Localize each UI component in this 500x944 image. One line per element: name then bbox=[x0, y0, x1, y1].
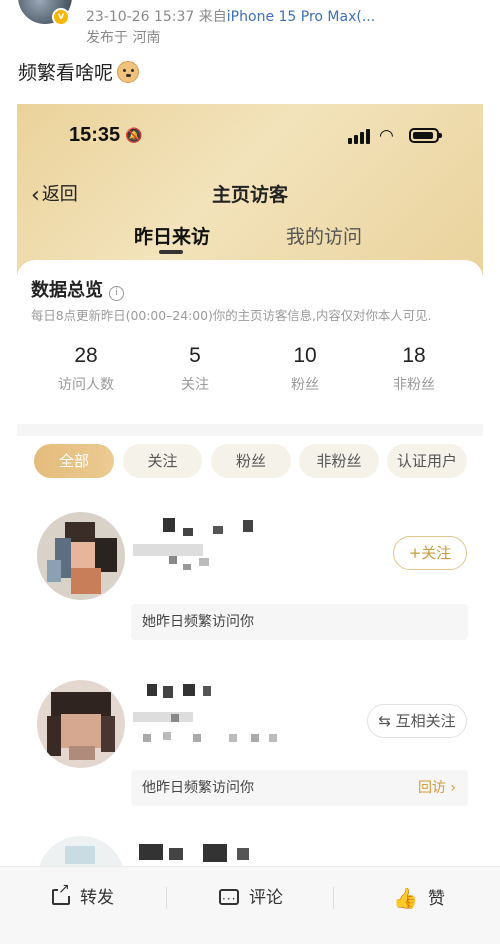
battery-icon bbox=[409, 128, 442, 143]
stat-label: 访问人数 bbox=[58, 377, 114, 393]
stat-label: 关注 bbox=[181, 377, 209, 393]
visitor-item[interactable]: +关注 她昨日频繁访问你 bbox=[17, 504, 483, 652]
mute-bell-icon: 🔕 bbox=[125, 128, 143, 144]
avatar[interactable] bbox=[37, 680, 125, 768]
visitor-name-redacted bbox=[133, 844, 273, 866]
section-divider bbox=[17, 424, 483, 436]
thumbs-up-icon: 👍 bbox=[393, 886, 418, 910]
filter-following[interactable]: 关注 bbox=[123, 444, 202, 478]
comment-icon bbox=[219, 886, 239, 912]
repost-label: 转发 bbox=[80, 888, 114, 908]
verified-badge-icon: v bbox=[52, 8, 70, 26]
post-timestamp: 23-10-26 15:37 bbox=[86, 9, 195, 25]
revisit-link[interactable]: 回访 › bbox=[418, 770, 456, 806]
stat-label: 非粉丝 bbox=[393, 377, 435, 393]
visit-message: 他昨日频繁访问你 回访 › bbox=[131, 770, 468, 806]
visitor-item[interactable] bbox=[17, 836, 483, 866]
comment-label: 评论 bbox=[249, 888, 283, 908]
doge-emoji-icon bbox=[117, 61, 140, 83]
filter-fans[interactable]: 粉丝 bbox=[211, 444, 291, 478]
stat-visitors[interactable]: 28 访问人数 bbox=[31, 344, 141, 394]
repost-icon bbox=[52, 882, 70, 905]
divider bbox=[166, 887, 167, 909]
post-source-prefix: 来自 bbox=[198, 9, 227, 25]
post-action-bar: 转发 评论 👍赞 bbox=[0, 866, 500, 944]
stat-label: 粉丝 bbox=[291, 377, 319, 393]
stat-value: 5 bbox=[189, 344, 201, 367]
signal-icon bbox=[348, 128, 372, 144]
post-meta: 23-10-26 15:37 来自iPhone 15 Pro Max(... bbox=[86, 6, 375, 26]
overview-title-text: 数据总览 bbox=[31, 280, 103, 301]
post-header: v 23-10-26 15:37 来自iPhone 15 Pro Max(...… bbox=[0, 0, 500, 48]
stat-value: 28 bbox=[74, 344, 98, 367]
tab-my-visits[interactable]: 我的访问 bbox=[286, 222, 362, 249]
like-button[interactable]: 👍 赞 bbox=[393, 885, 445, 911]
visitor-panel: 数据总览 i 每日8点更新昨日(00:00–24:00)你的主页访客信息,内容仅对… bbox=[17, 260, 483, 866]
stat-value: 18 bbox=[402, 344, 426, 367]
like-label: 赞 bbox=[427, 889, 445, 909]
visit-message: 她昨日频繁访问你 bbox=[131, 604, 468, 640]
info-icon[interactable]: i bbox=[109, 286, 124, 301]
overview-note: 每日8点更新昨日(00:00–24:00)你的主页访客信息,内容仅对你本人可见. bbox=[31, 308, 432, 323]
visitor-name-redacted bbox=[133, 518, 273, 570]
screenshot-header: 15:35 🔕 ◠ ‹ 返回 主页访客 昨日来访 我的访问 bbox=[17, 104, 483, 279]
post-location: 发布于 河南 bbox=[86, 30, 161, 46]
tab-indicator bbox=[159, 250, 183, 254]
stat-value: 10 bbox=[293, 344, 317, 367]
repost-button[interactable]: 转发 bbox=[52, 882, 114, 911]
filter-non-fans[interactable]: 非粉丝 bbox=[299, 444, 379, 478]
stat-non-fans[interactable]: 18 非粉丝 bbox=[359, 344, 469, 394]
visit-message-text: 他昨日频繁访问你 bbox=[142, 780, 254, 796]
overview-title: 数据总览 i bbox=[31, 276, 124, 302]
stat-fans[interactable]: 10 粉丝 bbox=[250, 344, 360, 394]
visitor-item[interactable]: ⇆ 互相关注 他昨日频繁访问你 回访 › bbox=[17, 670, 483, 830]
comment-button[interactable]: 评论 bbox=[219, 885, 283, 912]
page-title: 主页访客 bbox=[211, 184, 288, 206]
filter-chips: 全部 关注 粉丝 非粉丝 认证用户 bbox=[17, 444, 483, 480]
stats-row: 28 访问人数 5 关注 10 粉丝 18 非粉丝 bbox=[17, 344, 483, 400]
visit-message-text: 她昨日频繁访问你 bbox=[142, 614, 254, 630]
post-text: 频繁看啥呢 bbox=[18, 62, 114, 84]
mutual-follow-button[interactable]: ⇆ 互相关注 bbox=[367, 704, 467, 738]
avatar[interactable] bbox=[37, 512, 125, 600]
wifi-icon: ◠ bbox=[379, 126, 394, 146]
visitor-name-redacted bbox=[133, 684, 277, 742]
post-device-link[interactable]: iPhone 15 Pro Max(... bbox=[227, 9, 375, 25]
stat-following[interactable]: 5 关注 bbox=[140, 344, 250, 394]
embedded-screenshot[interactable]: 15:35 🔕 ◠ ‹ 返回 主页访客 昨日来访 我的访问 数据总览 i 每日8点更… bbox=[17, 104, 483, 866]
divider bbox=[333, 887, 334, 909]
filter-all[interactable]: 全部 bbox=[34, 444, 114, 478]
filter-verified[interactable]: 认证用户 bbox=[387, 444, 467, 478]
tab-yesterday-visits[interactable]: 昨日来访 bbox=[134, 222, 210, 249]
post-body: 频繁看啥呢 bbox=[18, 58, 140, 85]
follow-button[interactable]: +关注 bbox=[393, 536, 467, 570]
status-time: 15:35 bbox=[69, 124, 121, 146]
avatar[interactable] bbox=[37, 836, 125, 866]
